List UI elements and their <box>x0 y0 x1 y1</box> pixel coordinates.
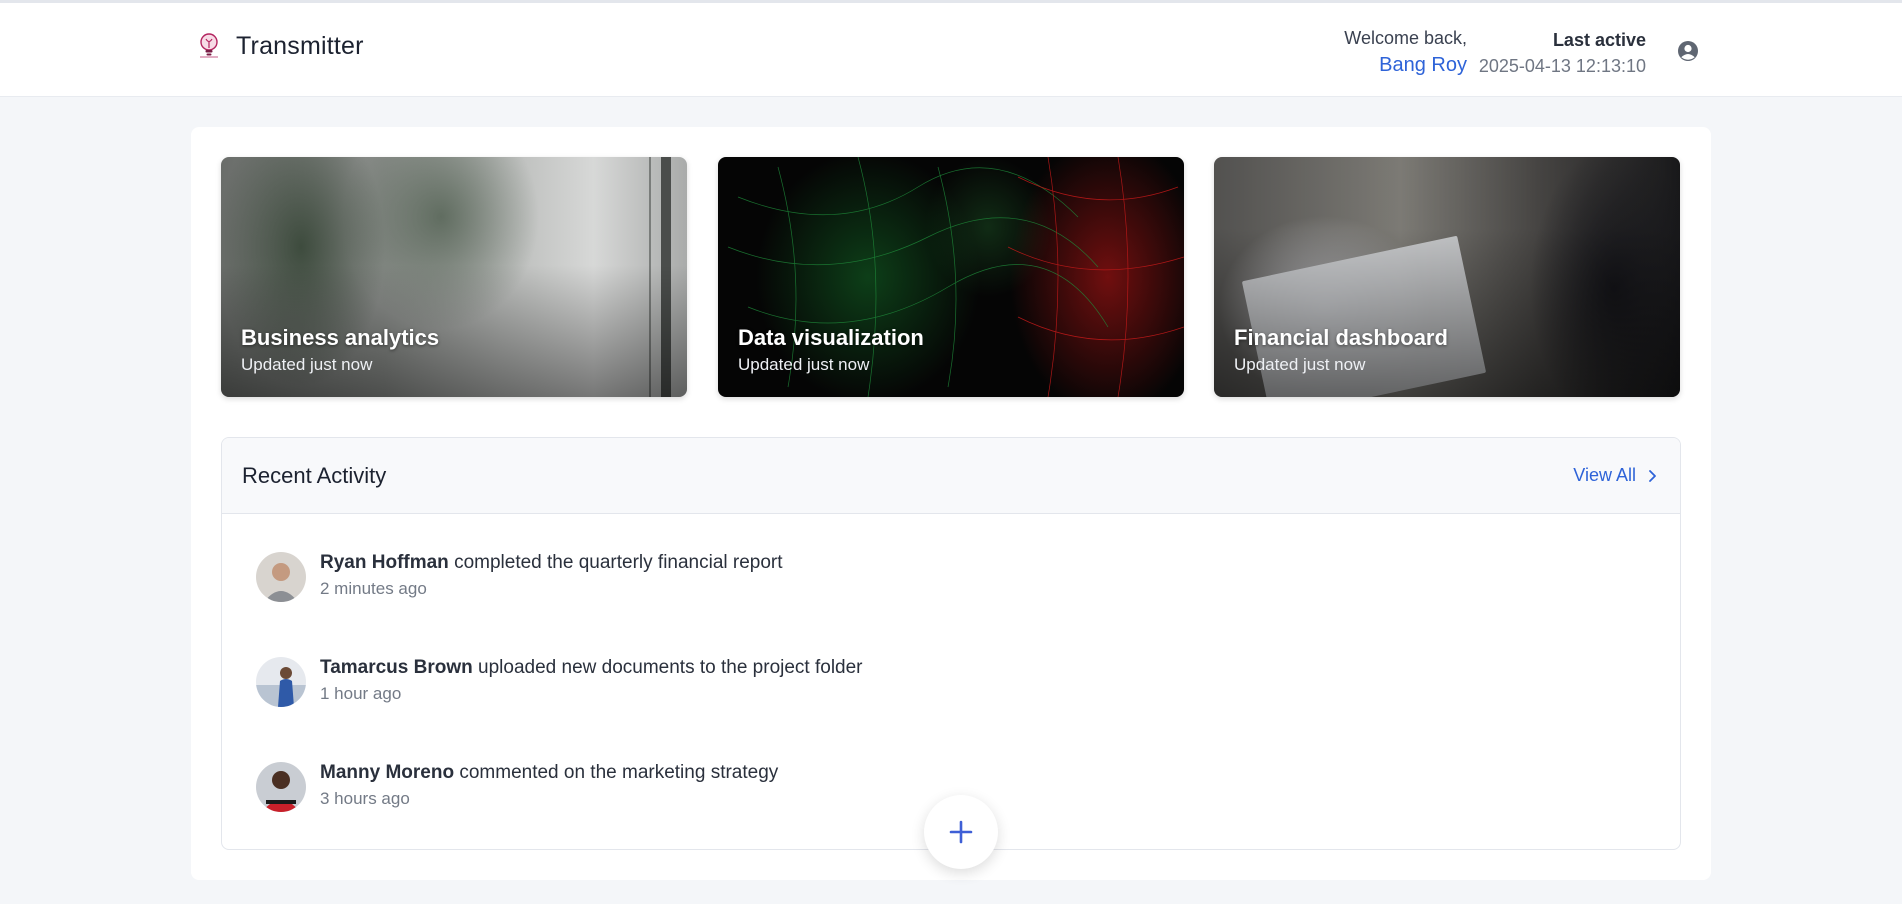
avatar <box>256 762 306 812</box>
recent-activity-title: Recent Activity <box>242 462 387 488</box>
activity-text: Tamarcus Brown uploaded new documents to… <box>320 655 863 707</box>
activity-user-name[interactable]: Tamarcus Brown <box>320 657 473 678</box>
activity-time: 2 minutes ago <box>320 579 427 598</box>
activity-user-name[interactable]: Manny Moreno <box>320 762 454 783</box>
card-text: Financial dashboard Updated just now <box>1234 323 1448 377</box>
main-panel: Business analytics Updated just now Data… <box>191 127 1711 880</box>
card-subtitle: Updated just now <box>738 355 870 374</box>
last-active-time: 2025-04-13 12:13:10 <box>1478 56 1646 76</box>
card-text: Data visualization Updated just now <box>738 323 924 377</box>
activity-time: 1 hour ago <box>320 684 402 703</box>
activity-action: completed the quarterly financial report <box>454 552 783 573</box>
card-financial-dashboard[interactable]: Financial dashboard Updated just now <box>1214 157 1680 397</box>
last-active-block: Last active 2025-04-13 12:13:10 <box>1479 27 1646 79</box>
card-business-analytics[interactable]: Business analytics Updated just now <box>221 157 687 397</box>
app-header: Transmitter Welcome back, Bang Roy Last … <box>0 3 1902 97</box>
avatar <box>256 552 306 602</box>
lightbulb-logo-icon <box>200 33 218 58</box>
card-subtitle: Updated just now <box>241 355 373 374</box>
plus-icon <box>949 820 973 844</box>
card-data-visualization[interactable]: Data visualization Updated just now <box>718 157 1184 397</box>
view-all-link[interactable]: View All <box>1573 465 1660 486</box>
activity-item[interactable]: Tamarcus Brown uploaded new documents to… <box>256 655 863 707</box>
app-title: Transmitter <box>236 31 364 60</box>
card-subtitle: Updated just now <box>1234 355 1366 374</box>
welcome-block: Welcome back, Bang Roy <box>1344 25 1467 79</box>
activity-text: Ryan Hoffman completed the quarterly fin… <box>320 550 783 602</box>
welcome-label: Welcome back, <box>1344 28 1467 48</box>
card-title: Data visualization <box>738 325 924 350</box>
avatar <box>256 657 306 707</box>
user-name[interactable]: Bang Roy <box>1344 51 1467 79</box>
recent-activity-panel: Recent Activity View All Ryan Hoffman co… <box>221 437 1681 850</box>
user-circle-icon[interactable] <box>1676 39 1700 63</box>
activity-text: Manny Moreno commented on the marketing … <box>320 760 778 812</box>
last-active-label: Last active <box>1552 30 1646 50</box>
card-text: Business analytics Updated just now <box>241 323 439 377</box>
activity-user-name[interactable]: Ryan Hoffman <box>320 552 449 573</box>
activity-action: commented on the marketing strategy <box>459 762 779 783</box>
activity-action: uploaded new documents to the project fo… <box>478 657 863 678</box>
chevron-right-icon <box>1649 469 1656 482</box>
card-title: Financial dashboard <box>1234 325 1448 350</box>
brand[interactable]: Transmitter <box>196 31 364 61</box>
recent-activity-header: Recent Activity View All <box>222 438 1680 514</box>
add-button[interactable] <box>924 795 998 869</box>
card-title: Business analytics <box>241 325 440 350</box>
activity-item[interactable]: Manny Moreno commented on the marketing … <box>256 760 778 812</box>
activity-item[interactable]: Ryan Hoffman completed the quarterly fin… <box>256 550 783 602</box>
view-all-label: View All <box>1573 465 1636 485</box>
activity-time: 3 hours ago <box>320 789 410 808</box>
